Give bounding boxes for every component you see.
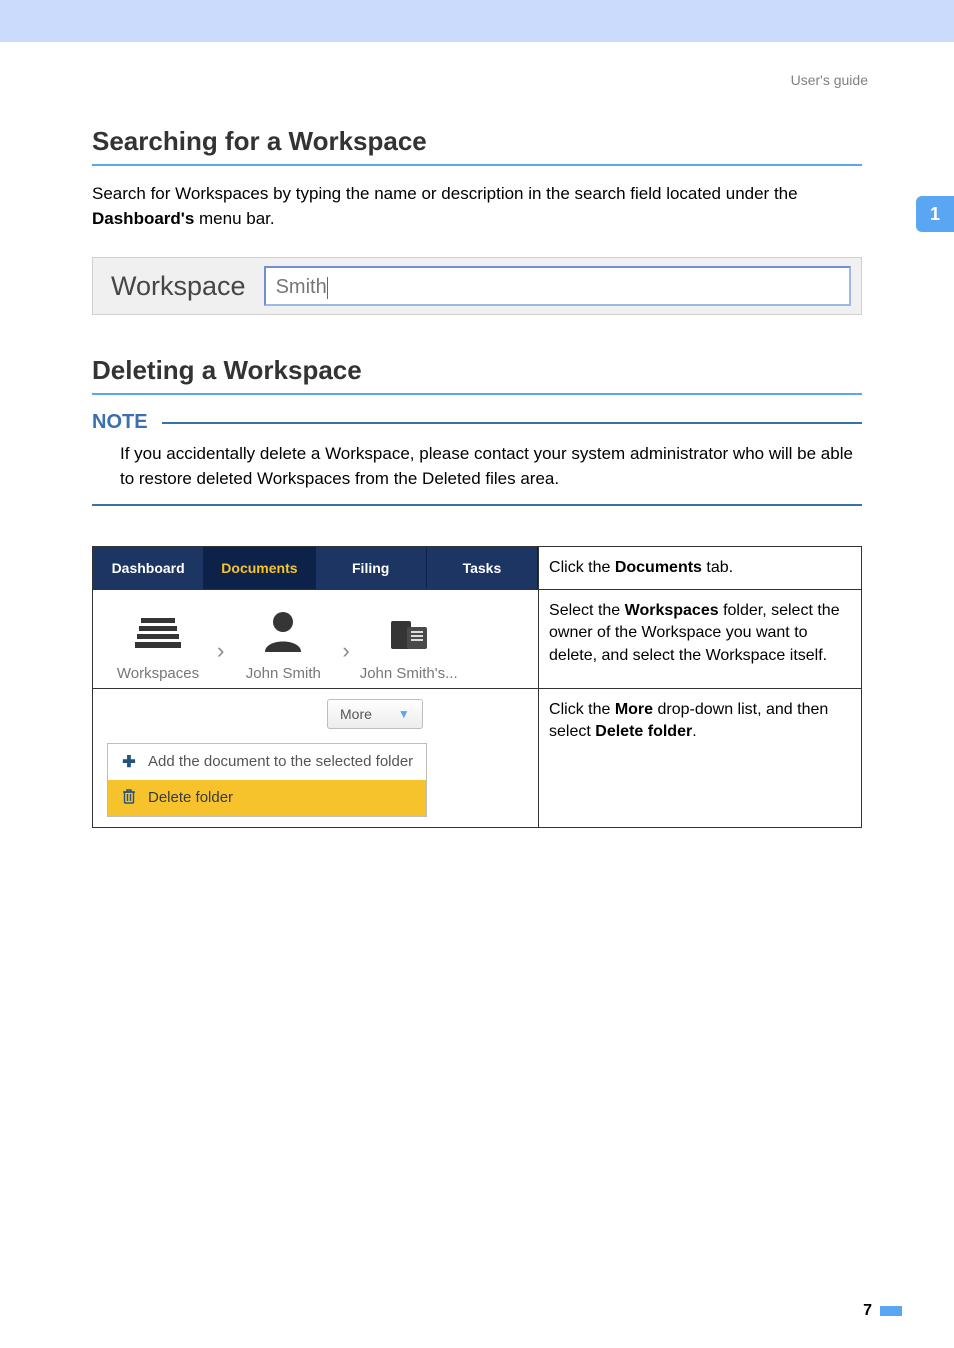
header-meta: User's guide [92,72,868,88]
text: . [692,723,696,740]
text: Search for Workspaces by typing the name… [92,184,798,203]
tab-documents[interactable]: Documents [204,547,315,589]
bc-label: Workspaces [109,665,207,682]
table-row: Workspaces › John Smith › John [93,589,862,688]
more-label: More [340,706,372,722]
menu-delete-folder[interactable]: Delete folder [108,780,426,816]
note-block: NOTE If you accidentally delete a Worksp… [92,411,862,505]
workspace-item-icon [360,617,458,659]
tab-filing[interactable]: Filing [316,547,427,589]
search-value: Smith [276,276,327,298]
side-chapter-tab: 1 [916,196,954,232]
caret-down-icon: ▼ [398,707,410,721]
note-rule [162,422,862,424]
bc-owner[interactable]: John Smith [228,610,338,682]
menu-label: Add the document to the selected folder [148,753,413,770]
page-number: 7 [863,1302,872,1320]
text-bold: Delete folder [595,723,692,740]
menu-label: Delete folder [148,789,233,806]
step3-text: Click the More drop-down list, and then … [539,688,862,827]
bc-label: John Smith's... [360,665,458,682]
more-dropdown-button[interactable]: More ▼ [327,699,423,729]
step3-image-cell: More ▼ ✚ Add the document to the selecte… [93,688,539,827]
plus-circle-icon: ✚ [120,752,138,772]
text-bold: Dashboard's [92,209,194,228]
person-icon [234,610,332,659]
workspace-label: Workspace [103,269,264,304]
footer-accent-bar [880,1306,902,1316]
steps-table: Dashboard Documents Filing Tasks Click t… [92,546,862,828]
section-delete-title: Deleting a Workspace [92,355,862,395]
step1-text: Click the Documents tab. [539,546,862,589]
workspace-search-figure: Workspace Smith [92,257,862,315]
chevron-right-icon: › [338,638,353,682]
top-band [0,0,954,42]
page-footer: 7 [863,1302,902,1320]
tab-tasks[interactable]: Tasks [427,547,538,589]
workspace-search-input[interactable]: Smith [264,266,851,306]
search-description: Search for Workspaces by typing the name… [92,182,862,231]
more-menu: ✚ Add the document to the selected folde… [107,743,427,817]
text: Select the [549,602,625,619]
table-row: More ▼ ✚ Add the document to the selecte… [93,688,862,827]
text: Click the [549,701,615,718]
breadcrumb: Workspaces › John Smith › John [93,590,538,688]
menu-add-document[interactable]: ✚ Add the document to the selected folde… [108,744,426,780]
trash-icon [120,788,138,808]
text-bold: Workspaces [625,602,719,619]
bc-label: John Smith [234,665,332,682]
section-search-title: Searching for a Workspace [92,126,862,166]
note-label: NOTE [92,411,162,434]
text-bold: Documents [615,559,702,576]
text-bold: More [615,701,653,718]
tab-dashboard[interactable]: Dashboard [93,547,204,589]
text: menu bar. [194,209,274,228]
chevron-right-icon: › [213,638,228,682]
text: Click the [549,559,615,576]
note-body: If you accidentally delete a Workspace, … [92,440,862,505]
step1-image-cell: Dashboard Documents Filing Tasks [93,546,539,589]
step2-image-cell: Workspaces › John Smith › John [93,589,539,688]
app-tabbar: Dashboard Documents Filing Tasks [93,547,538,589]
workspaces-icon [109,610,207,659]
bc-workspaces[interactable]: Workspaces [103,610,213,682]
table-row: Dashboard Documents Filing Tasks Click t… [93,546,862,589]
text: tab. [702,559,733,576]
step2-text: Select the Workspaces folder, select the… [539,589,862,688]
bc-workspace-item[interactable]: John Smith's... [354,617,464,682]
